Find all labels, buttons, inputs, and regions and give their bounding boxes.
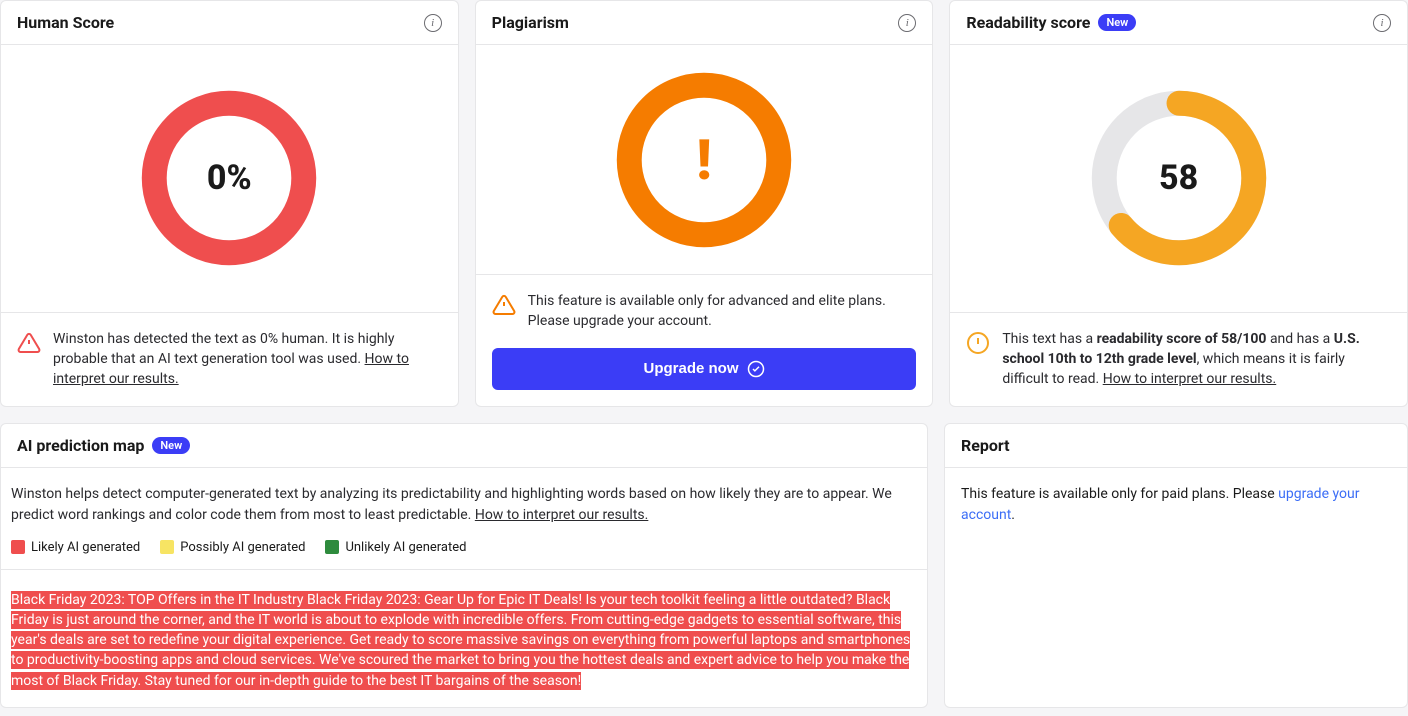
prediction-map-description: Winston helps detect computer-generated … [1,468,927,536]
plagiarism-footer: This feature is available only for advan… [476,275,933,348]
readability-footer-text: This text has a readability score of 58/… [1002,329,1391,390]
human-score-title: Human Score [17,13,114,32]
exclamation-icon: ! [615,71,793,249]
plagiarism-card: Plagiarism i ! This feature is available… [475,0,934,407]
readability-card: Readability score New i 58 This text has… [949,0,1408,407]
card-header: Plagiarism i [476,1,933,45]
highlighted-text: Black Friday 2023: TOP Offers in the IT … [11,590,917,691]
info-icon[interactable]: i [424,14,442,32]
readability-chart: 58 [950,45,1407,313]
report-title: Report [961,436,1010,455]
swatch-icon [11,540,25,554]
upgrade-now-button[interactable]: Upgrade now [492,348,917,390]
info-icon[interactable]: i [1373,14,1391,32]
human-score-chart: 0% [1,45,458,313]
plagiarism-title: Plagiarism [492,13,569,32]
card-header: Readability score New i [950,1,1407,45]
new-badge: New [1098,14,1136,31]
readability-title: Readability score New [966,13,1136,32]
legend-item-likely: Likely AI generated [11,540,140,555]
card-header: Report [945,424,1407,468]
alert-triangle-icon [492,293,516,317]
plagiarism-chart: ! [476,45,933,275]
info-icon[interactable]: i [898,14,916,32]
readability-footer: This text has a readability score of 58/… [950,313,1407,406]
card-header: AI prediction map New [1,424,927,468]
human-score-footer: Winston has detected the text as 0% huma… [1,313,458,406]
prediction-map-title: AI prediction map [17,436,144,455]
card-header: Human Score i [1,1,458,45]
human-score-card: Human Score i 0% Winston has detected th… [0,0,459,407]
alert-triangle-icon [17,331,41,355]
check-circle-icon [747,360,765,378]
alert-circle-icon [966,331,990,355]
legend-item-possibly: Possibly AI generated [160,540,305,555]
human-score-value: 0% [140,89,318,267]
plagiarism-footer-text: This feature is available only for advan… [528,291,917,332]
prediction-legend: Likely AI generated Possibly AI generate… [1,536,927,570]
legend-item-unlikely: Unlikely AI generated [325,540,466,555]
ai-prediction-map-card: AI prediction map New Winston helps dete… [0,423,928,708]
report-card: Report This feature is available only fo… [944,423,1408,708]
new-badge: New [152,437,190,454]
interpret-results-link[interactable]: How to interpret our results. [475,507,649,523]
interpret-results-link[interactable]: How to interpret our results. [1103,371,1277,387]
swatch-icon [325,540,339,554]
swatch-icon [160,540,174,554]
report-body: This feature is available only for paid … [945,468,1407,542]
readability-value: 58 [1090,89,1268,267]
human-score-footer-text: Winston has detected the text as 0% huma… [53,329,442,390]
